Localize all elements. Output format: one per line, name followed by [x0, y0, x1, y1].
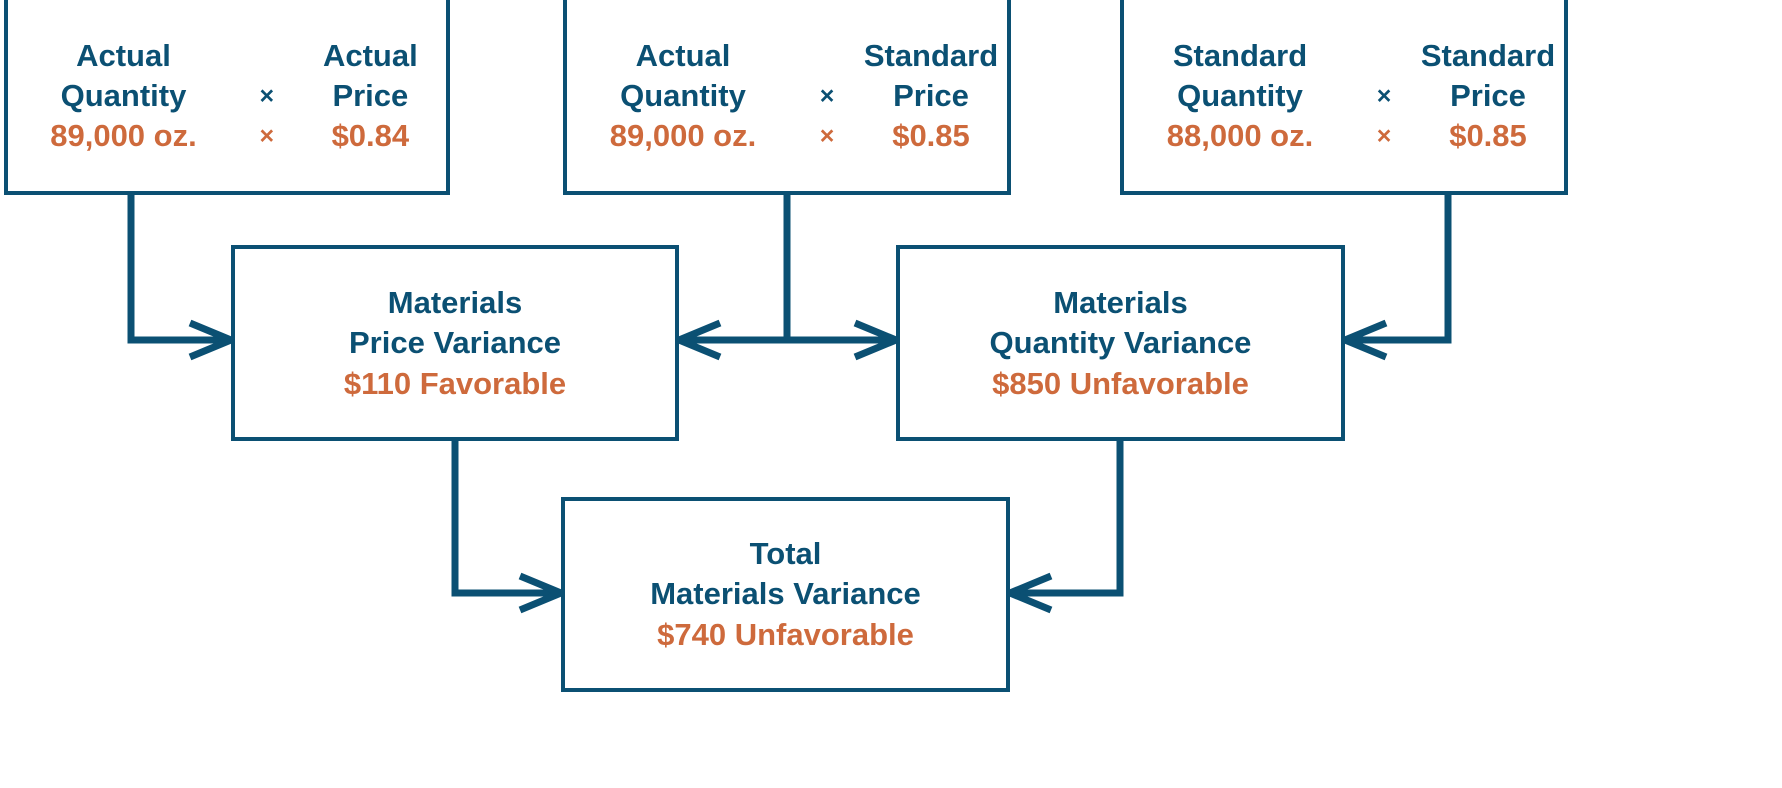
formula-left-label-line2: Quantity	[60, 77, 187, 113]
multiply-icon-top: ×	[259, 81, 275, 110]
multiply-icon-bottom: ×	[259, 121, 275, 150]
formula-right-column: Standard Price $0.85	[1412, 36, 1564, 156]
price-variance-amount: $110 Favorable	[343, 365, 567, 401]
formula-left-label-line1: Actual	[635, 37, 731, 73]
connector-aqap-to-price-variance	[127, 195, 226, 344]
formula-right-label-line1: Actual	[322, 37, 418, 73]
total-variance-title-line2: Materials Variance	[650, 576, 921, 611]
multiply-icon-top: ×	[1376, 81, 1392, 110]
formula-left-label-line1: Standard	[1172, 37, 1308, 73]
formula-right-label-line2: Price	[1450, 77, 1526, 113]
arrowhead-into-total-right	[1000, 572, 1053, 614]
formula-right-label-line1: Standard	[863, 37, 999, 73]
materials-variance-diagram: Actual Quantity 89,000 oz. × × Actual Pr…	[0, 0, 1782, 788]
formula-left-value: 89,000 oz.	[609, 117, 757, 153]
formula-right-value: $0.85	[1449, 117, 1527, 153]
arrowhead-into-quantity-variance-left	[853, 319, 906, 361]
quantity-variance-amount: $850 Unfavorable	[992, 365, 1249, 401]
multiply-icon-bottom: ×	[819, 121, 835, 150]
arrowhead-into-total-left	[518, 572, 571, 614]
formula-left-column: Standard Quantity 88,000 oz.	[1124, 36, 1356, 156]
arrowhead-into-quantity-variance-right	[1335, 319, 1388, 361]
arrowhead-into-price-variance-right	[669, 319, 722, 361]
formula-left-label-line2: Quantity	[1177, 77, 1303, 113]
formula-operator-column: × ×	[1356, 36, 1412, 156]
materials-quantity-variance-box: Materials Quantity Variance $850 Unfavor…	[896, 245, 1345, 441]
formula-right-value: $0.85	[892, 117, 970, 153]
formula-left-column: Actual Quantity 89,000 oz.	[567, 36, 799, 156]
formula-right-column: Standard Price $0.85	[855, 36, 1007, 156]
formula-left-value: 89,000 oz.	[50, 117, 197, 153]
formula-right-label-line2: Price	[332, 77, 409, 113]
quantity-variance-title-line1: Materials	[1053, 284, 1188, 320]
total-variance-amount: $740 Unfavorable	[657, 617, 914, 652]
quantity-variance-title-line2: Quantity Variance	[989, 324, 1252, 360]
total-variance-title-line1: Total	[749, 536, 822, 571]
formula-left-label-line1: Actual	[76, 37, 171, 73]
connector-sqsp-to-quantity-variance	[1350, 195, 1452, 344]
materials-price-variance-box: Materials Price Variance $110 Favorable	[231, 245, 679, 441]
formula-right-column: Actual Price $0.84	[295, 36, 446, 156]
formula-left-column: Actual Quantity 89,000 oz.	[8, 36, 239, 156]
formula-box-actual-quantity-actual-price: Actual Quantity 89,000 oz. × × Actual Pr…	[4, 0, 450, 195]
formula-right-label-line1: Standard	[1420, 37, 1556, 73]
arrowhead-into-price-variance-left	[188, 319, 241, 361]
formula-right-value: $0.84	[331, 117, 410, 153]
formula-operator-column: × ×	[239, 36, 295, 156]
multiply-icon-bottom: ×	[1376, 121, 1392, 150]
formula-right-label-line2: Price	[893, 77, 969, 113]
price-variance-title-line2: Price Variance	[349, 324, 561, 360]
connector-quantity-variance-to-total	[1015, 440, 1124, 597]
formula-operator-column: × ×	[799, 36, 855, 156]
connector-price-variance-to-total	[451, 440, 556, 597]
formula-left-label-line2: Quantity	[620, 77, 746, 113]
multiply-icon-top: ×	[819, 81, 835, 110]
formula-box-actual-quantity-standard-price: Actual Quantity 89,000 oz. × × Standard …	[563, 0, 1011, 195]
formula-left-value: 88,000 oz.	[1166, 117, 1314, 153]
price-variance-title-line1: Materials	[387, 284, 523, 320]
total-materials-variance-box: Total Materials Variance $740 Unfavorabl…	[561, 497, 1010, 692]
formula-box-standard-quantity-standard-price: Standard Quantity 88,000 oz. × × Standar…	[1120, 0, 1568, 195]
